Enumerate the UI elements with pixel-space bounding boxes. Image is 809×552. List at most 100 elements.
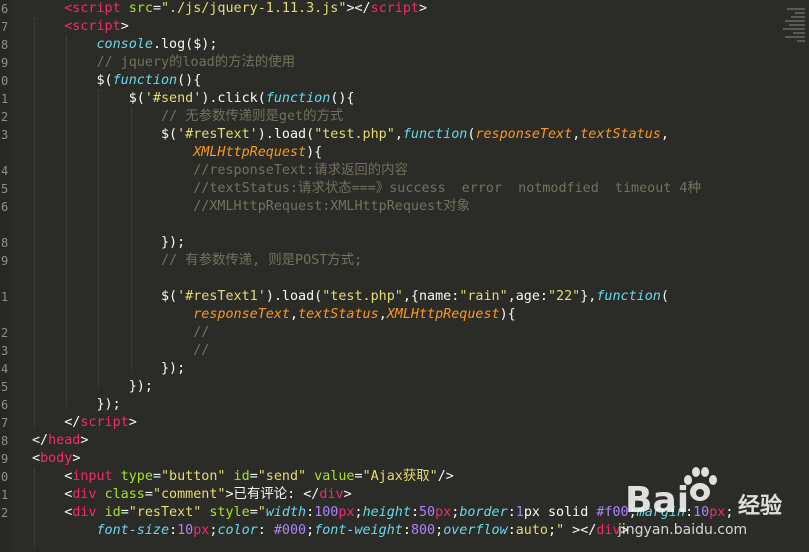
token: "comment" [152,487,226,502]
token: > [72,451,81,466]
token: '#resText1' [177,289,266,304]
token: ).load( [257,127,315,142]
code-line-13-wrap[interactable]: XMLHttpRequest){ [32,144,322,162]
comment: // [193,343,210,358]
code-line-32-wrap[interactable]: font-size:10px;color: #000;font-weight:8… [32,522,629,540]
token: src [128,1,153,16]
token: ,{name: [402,289,460,304]
code-line-11[interactable]: $('#send').click(function(){ [32,90,355,108]
token: class [104,487,145,502]
token: : [257,523,266,538]
minimap-line [791,16,805,18]
token: id [225,469,250,484]
code-line-25[interactable]: }); [32,378,153,396]
minimap-line [785,36,805,38]
token: $( [128,91,145,106]
token: function [112,73,178,88]
line-number: 8 [1,38,9,52]
token: function [402,127,468,142]
token: width [265,505,307,520]
token: $( [96,73,113,88]
token: input [72,469,121,484]
line-number: 6 [1,2,9,16]
line-number: 4 [1,362,9,376]
token: , [378,307,387,322]
line-number: 6 [1,398,9,412]
token: }); [161,235,186,250]
token: >已有评论: </ [225,487,320,502]
token: }); [161,361,186,376]
watermark-jingyan: 经验 [738,494,783,519]
line-number: 9 [1,56,9,70]
minimap-line [787,8,805,10]
code-line-30[interactable]: <input type="button" id="send" value="Aj… [32,468,454,486]
code-line-18[interactable]: }); [32,234,185,252]
code-line-22[interactable]: // [32,324,209,342]
code-line-29[interactable]: <body> [32,450,80,468]
line-number: 0 [1,74,9,88]
token: "./js/jquery-1.11.3.js" [161,1,347,16]
code-line-24[interactable]: }); [32,360,185,378]
code-editor[interactable]: 6789012345689123456789012 <script src=".… [0,0,809,552]
minimap-line [797,40,805,42]
line-number: 1 [1,488,9,502]
token: px [435,505,452,520]
token: <script [64,19,121,34]
token: 10 [177,523,194,538]
code-line-16[interactable]: //XMLHttpRequest:XMLHttpRequest对象 [32,198,470,216]
token: (){ [330,91,355,106]
token: "test.php" [314,127,395,142]
token: = [144,487,153,502]
token: responseText [475,127,573,142]
token: ></ [564,523,597,538]
code-line-6[interactable]: <script src="./js/jquery-1.11.3.js"></sc… [32,0,427,18]
token: font-size [96,523,170,538]
minimap-line [789,24,805,26]
token: body [40,451,73,466]
token: overflow [443,523,508,538]
line-number: 2 [1,110,9,124]
token: script [370,1,419,16]
token: < [32,451,41,466]
code-line-26[interactable]: }); [32,396,121,414]
code-line-21-wrap[interactable]: responseText,textStatus,XMLHttpRequest){ [32,306,516,324]
line-number: 8 [1,236,9,250]
token: > [120,19,129,34]
code-line-7[interactable]: <script> [32,18,129,36]
code-line-27[interactable]: </script> [32,414,137,432]
line-number: 5 [1,182,9,196]
code-line-28[interactable]: </head> [32,432,88,450]
code-line-21[interactable]: $('#resText1').load("test.php",{name:"ra… [32,288,669,306]
code-line-10[interactable]: $(function(){ [32,72,202,90]
line-number: 9 [1,452,9,466]
code-line-14[interactable]: //responseText:请求返回的内容 [32,162,408,180]
minimap-line [795,12,805,14]
minimap-line [785,20,805,22]
token: = [120,505,129,520]
comment: //textStatus:请求状态===》success error notmo… [193,181,701,196]
token: $( [161,127,178,142]
token: '#send' [144,91,202,106]
line-number: 3 [1,128,9,142]
token: height [362,505,411,520]
token: = [249,505,258,520]
comment: // 无参数传递则是get的方式 [161,109,344,124]
code-line-23[interactable]: // [32,342,209,360]
token: (){ [177,73,202,88]
code-line-15[interactable]: //textStatus:请求状态===》success error notmo… [32,180,701,198]
code-line-31[interactable]: <div class="comment">已有评论: </div> [32,486,351,504]
comment: //XMLHttpRequest:XMLHttpRequest对象 [193,199,470,214]
token: div [72,505,105,520]
line-number: 1 [1,92,9,106]
code-line-13[interactable]: $('#resText').load("test.php",function(r… [32,126,669,144]
code-line-9[interactable]: // jquery的load的方法的使用 [32,54,296,72]
token: XMLHttpRequest [386,307,500,322]
code-line-8[interactable]: console.log($); [32,36,218,54]
line-number: 2 [1,326,9,340]
token: ; [548,523,557,538]
code-line-12[interactable]: // 无参数传递则是get的方式 [32,108,343,126]
token: ,age: [507,289,548,304]
token: = [152,1,161,16]
token: : [507,523,516,538]
code-line-19[interactable]: // 有参数传递, 则是POST方式; [32,252,362,270]
